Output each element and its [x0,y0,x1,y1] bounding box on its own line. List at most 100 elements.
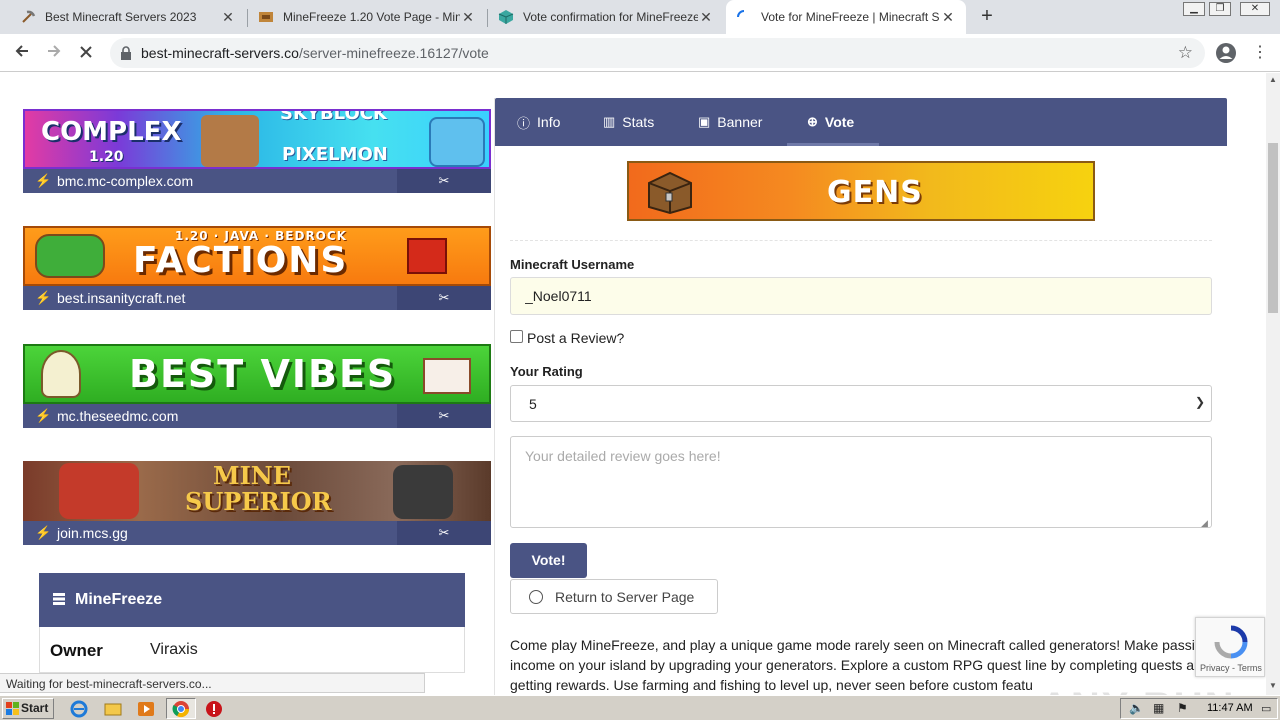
bookmark-star-icon[interactable]: ☆ [1178,43,1193,63]
rating-select[interactable]: 5 ❯ [510,385,1212,422]
banner-image-text: COMPLEX [41,117,182,147]
banner-image[interactable]: COMPLEX 1.20 SKYBLOCK PIXELMON [23,109,491,169]
island-icon [35,234,105,278]
stop-sign-icon[interactable] [205,700,223,718]
new-tab-button[interactable]: + [976,5,998,27]
close-window-button[interactable]: ✕ [1240,2,1270,16]
arrow-left-icon [15,45,28,57]
tab-close-icon[interactable]: ✕ [220,9,236,26]
banner-image-text: BEST VIBES [129,352,397,396]
rating-label: Your Rating [510,364,583,379]
tab-close-icon[interactable]: ✕ [940,9,956,26]
tab-title: MineFreeze 1.20 Vote Page - Minecra [283,10,460,24]
scroll-down-arrow[interactable]: ▼ [1269,681,1277,690]
menu-kebab-icon[interactable]: ⋮ [1252,42,1268,62]
ie-icon[interactable] [70,700,88,718]
info-icon: ⓘ [517,115,531,131]
arrow-right-icon [48,45,61,57]
server-name: MineFreeze [75,591,163,608]
browser-tab[interactable]: Vote confirmation for MineFreeze ✕ [488,0,724,34]
browser-tab-active[interactable]: Vote for MineFreeze | Minecraft Serv ✕ [726,0,966,34]
server-banner[interactable]: MINE SUPERIOR ⚡ join.mcs.gg ✂ [23,461,491,545]
browser-tab[interactable]: MineFreeze 1.20 Vote Page - Minecra ✕ [248,0,486,34]
banner-image-text: 1.20 [89,149,124,165]
recaptcha-badge[interactable]: Privacy - Terms [1195,617,1265,677]
lock-icon [121,46,131,60]
tab-label: Info [537,114,561,130]
minimize-button[interactable]: ▁ [1183,2,1205,16]
pickaxe-favicon-icon [22,10,36,23]
page-scrollbar[interactable]: ▲ ▼ [1266,73,1280,695]
browser-tab[interactable]: Best Minecraft Servers 2023 ✕ [10,0,246,34]
tab-close-icon[interactable]: ✕ [698,9,714,26]
banner-image[interactable]: BEST VIBES [23,344,491,404]
status-bar-text: Waiting for best-minecraft-servers.co... [0,673,425,693]
banner-image[interactable]: 1.20 · JAVA · BEDROCK FACTIONS [23,226,491,286]
recaptcha-terms[interactable]: Privacy - Terms [1200,663,1262,673]
server-list-icon [53,593,65,605]
address-bar[interactable]: best-minecraft-servers.co/server-minefre… [110,38,1205,68]
tab-label: Vote [824,114,855,130]
forward-button[interactable] [41,40,67,66]
rating-value: 5 [529,396,537,412]
server-banner[interactable]: 1.20 · JAVA · BEDROCK FACTIONS ⚡ best.in… [23,226,491,310]
server-banner[interactable]: BEST VIBES ⚡ mc.theseedmc.com ✂ [23,344,491,428]
notification-icon[interactable]: ▭ [1261,702,1271,715]
chrome-icon[interactable] [172,700,190,718]
server-info-header: MineFreeze [39,573,465,627]
profile-avatar-icon[interactable] [1215,42,1237,64]
vote-button[interactable]: Vote! [510,543,587,578]
server-ip[interactable]: best.insanitycraft.net [57,290,185,306]
start-button[interactable]: Start [2,698,54,719]
tab-label: Banner [717,114,763,130]
tab-info[interactable]: ⓘ Info [517,98,560,146]
stop-button[interactable] [73,40,99,66]
flag-icon[interactable]: ⚑ [1177,701,1188,715]
tab-title: Vote for MineFreeze | Minecraft Serv [761,10,940,24]
tnt-icon [407,238,447,274]
tab-stats[interactable]: ▥ Stats [603,98,654,146]
scroll-up-arrow[interactable]: ▲ [1269,75,1277,84]
close-icon [80,46,92,58]
restore-button[interactable]: ❐ [1209,2,1231,16]
post-review-label[interactable]: Post a Review? [527,330,624,346]
return-to-server-button[interactable]: Return to Server Page [510,579,718,614]
resize-grip-icon[interactable]: ◢ [1201,518,1208,529]
banner-icon: ▣ [698,114,711,129]
copy-ip-button[interactable]: ✂ [397,169,491,193]
network-icon[interactable]: ▦ [1153,701,1164,715]
banner-image-text: MINE [213,461,292,490]
url-path: /server-minefreeze.16127/vote [298,45,489,61]
back-button[interactable] [9,40,35,66]
chest-icon [648,171,692,215]
eevee-character-icon [201,115,259,167]
tab-banner[interactable]: ▣ Banner [698,98,762,146]
scrollbar-thumb[interactable] [1268,143,1278,313]
copy-ip-button[interactable]: ✂ [397,521,491,545]
copy-ip-button[interactable]: ✂ [397,286,491,310]
anyrun-watermark: ANY RUN [1040,685,1236,695]
banner-ip-bar: ⚡ bmc.mc-complex.com ✂ [23,169,491,193]
server-ip[interactable]: join.mcs.gg [57,525,128,541]
copy-ip-button[interactable]: ✂ [397,404,491,428]
tab-vote[interactable]: ⊕ Vote [807,98,854,146]
plus-circle-icon: ⊕ [807,114,818,129]
loading-spinner-icon [737,10,745,18]
minecraft-favicon-icon [259,12,273,22]
chevron-down-icon: ❯ [1194,395,1205,409]
server-ip[interactable]: bmc.mc-complex.com [57,173,193,189]
post-review-checkbox[interactable] [510,330,523,343]
tab-close-icon[interactable]: ✕ [460,9,476,26]
flower-icon [41,350,81,398]
folder-icon[interactable] [104,700,122,718]
server-ip[interactable]: mc.theseedmc.com [57,408,178,424]
vote-panel: ⓘ Info ▥ Stats ▣ Banner ⊕ Vote GENS Mine… [494,98,1227,695]
media-player-icon[interactable] [137,700,155,718]
review-textarea[interactable] [510,436,1212,528]
server-banner[interactable]: COMPLEX 1.20 SKYBLOCK PIXELMON ⚡ bmc.mc-… [23,109,491,193]
banner-image[interactable]: MINE SUPERIOR [23,461,491,521]
username-field[interactable] [510,277,1212,315]
banner-image-text: SUPERIOR [185,487,332,516]
volume-icon[interactable]: 🔈 [1129,701,1144,715]
plug-icon: ⚡ [35,408,52,423]
